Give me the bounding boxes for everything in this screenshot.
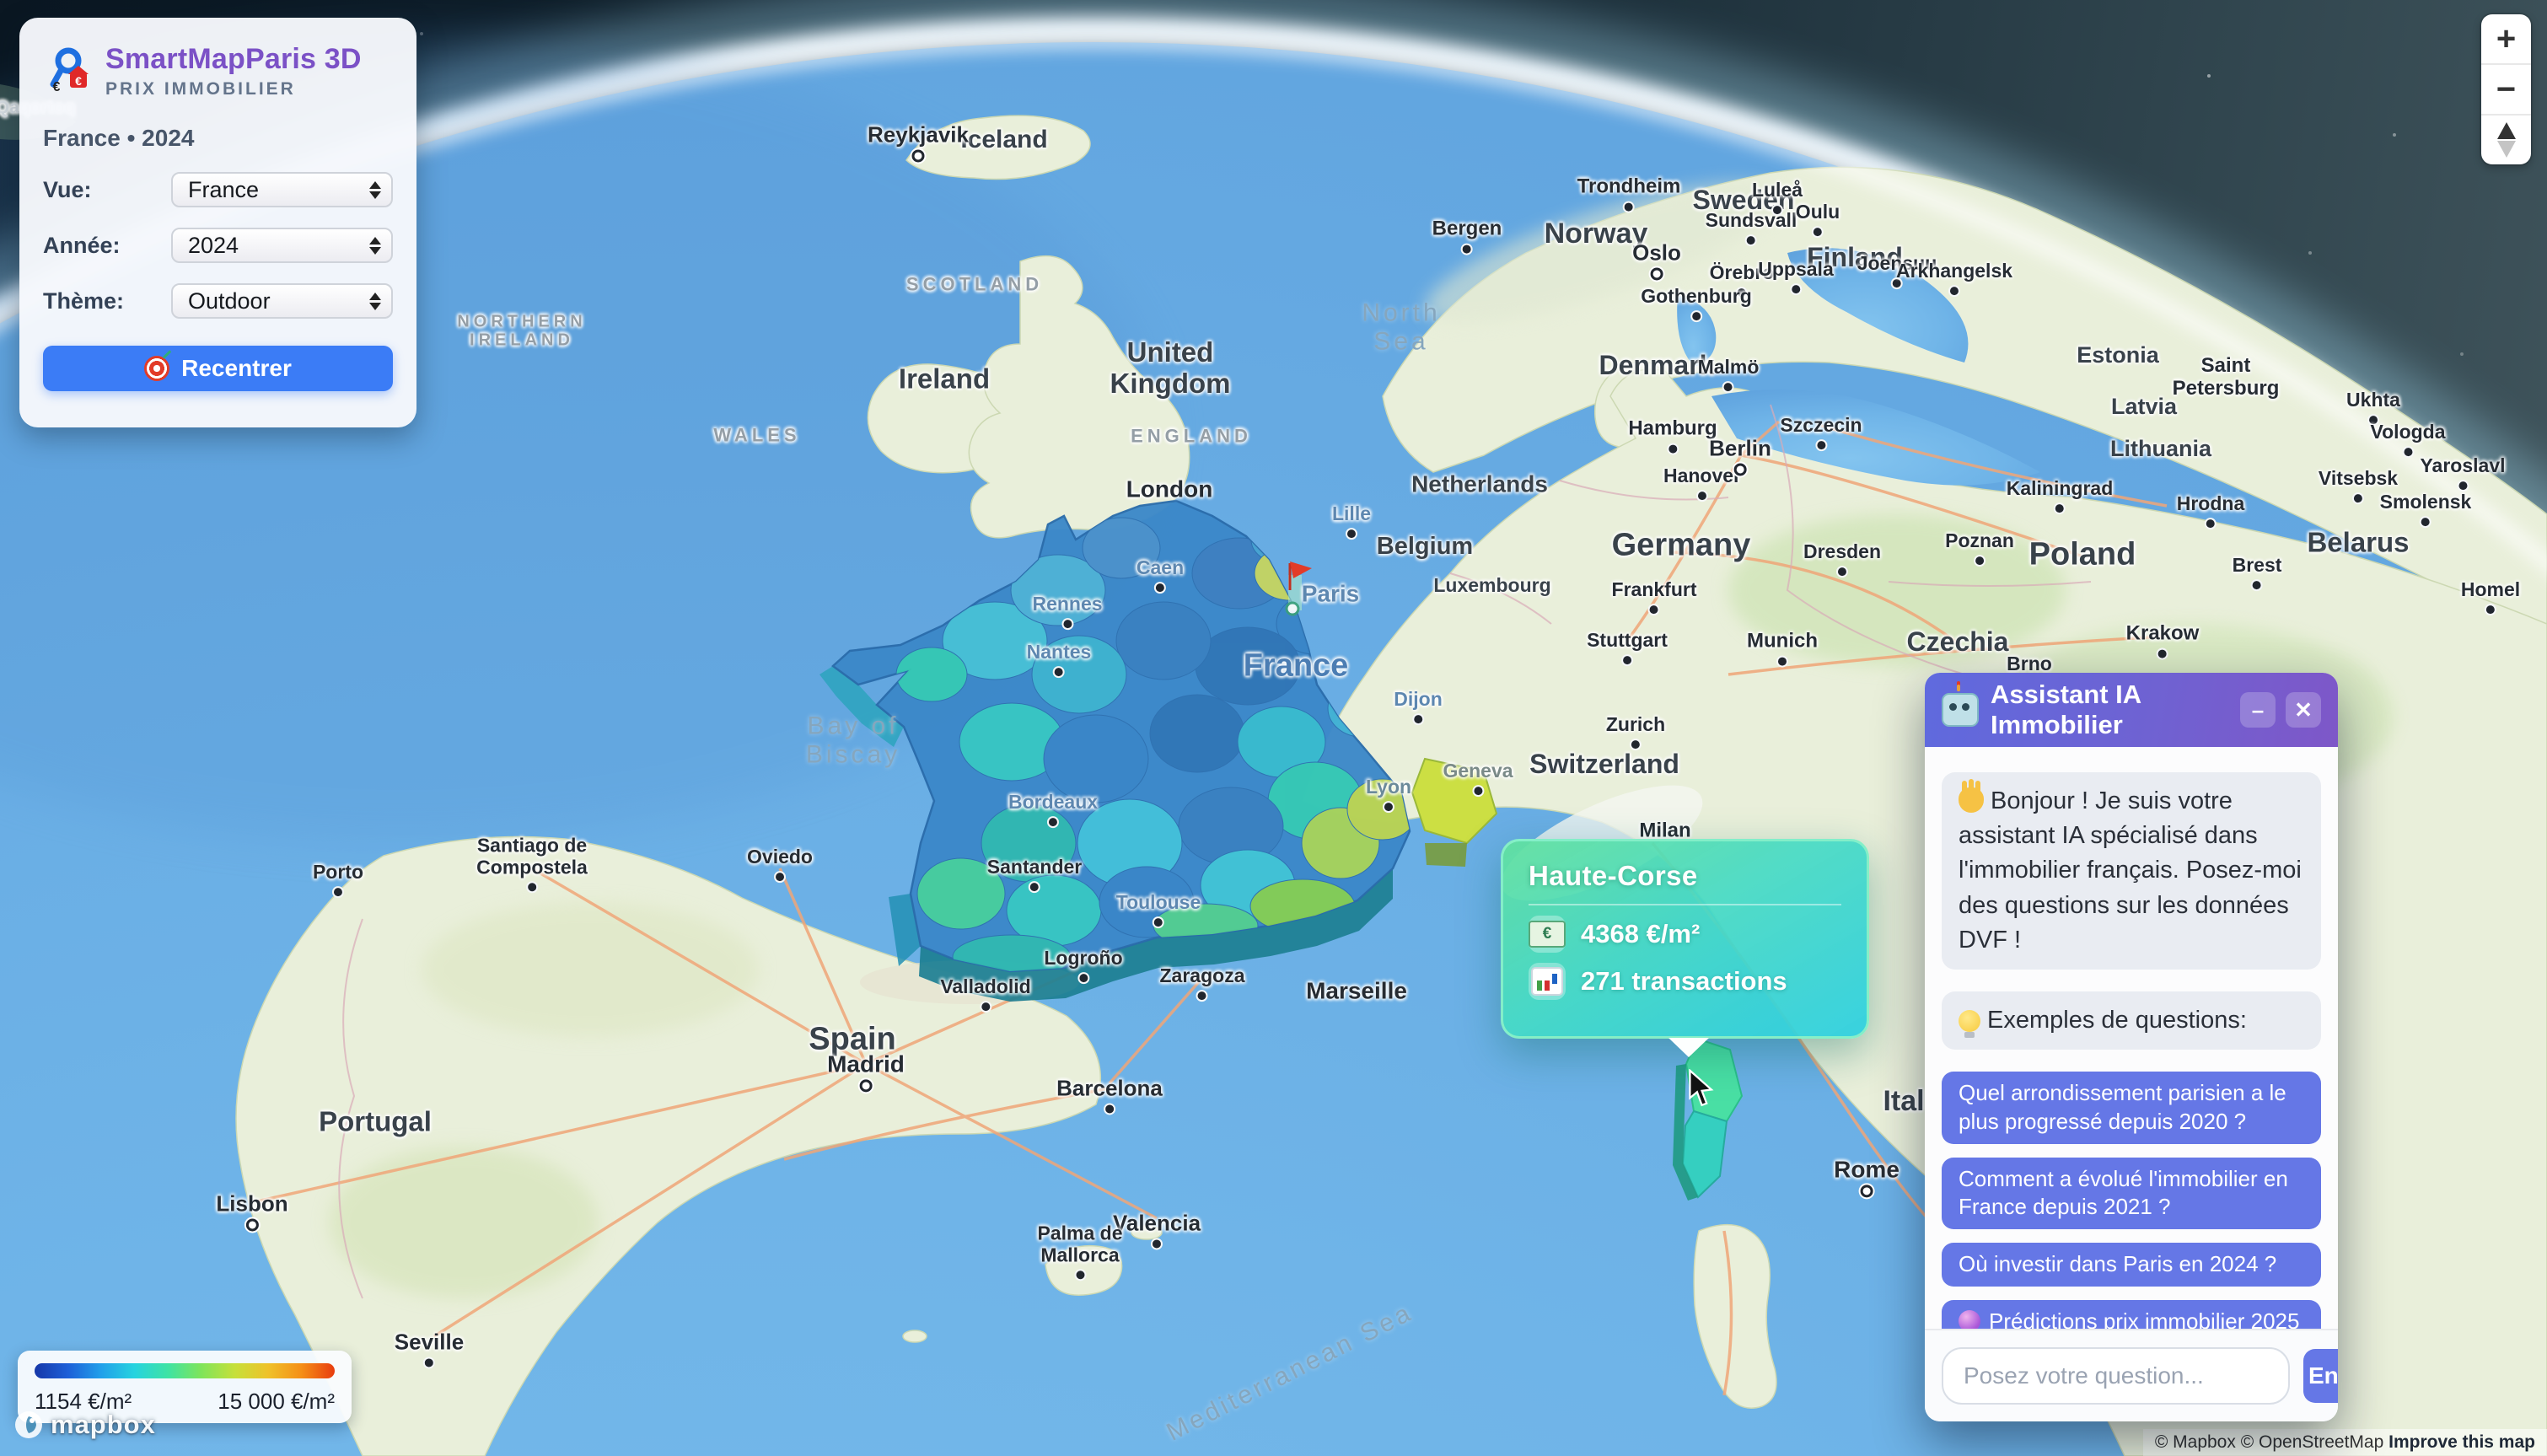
suggestion-button[interactable]: Comment a évolué l'immobilier en France … [1942, 1158, 2321, 1230]
attrib-improve-link[interactable]: Improve this map [2388, 1432, 2535, 1453]
recenter-label: Recentrer [181, 355, 292, 382]
attrib-osm[interactable]: © OpenStreetMap [2241, 1432, 2388, 1453]
mapbox-logo-icon [13, 1410, 44, 1440]
map-nav-controls: + − [2481, 14, 2531, 164]
send-button[interactable]: Envoyer [2303, 1349, 2338, 1403]
question-input[interactable] [1942, 1347, 2290, 1405]
mapbox-wordmark: mapbox [51, 1410, 156, 1440]
view-select-label: Vue: [43, 177, 171, 203]
svg-text:€: € [53, 80, 61, 94]
robot-icon [1942, 693, 1979, 727]
mapbox-logo[interactable]: mapbox [13, 1410, 156, 1440]
app-logo-icon: € € [43, 47, 92, 96]
crystal-ball-icon [1959, 1310, 1980, 1329]
compass-icon [2497, 122, 2516, 158]
close-button[interactable]: ✕ [2286, 692, 2321, 728]
attrib-mapbox[interactable]: © Mapbox [2155, 1432, 2241, 1453]
recenter-button[interactable]: Recentrer [43, 346, 393, 391]
map-attribution: © Mapbox © OpenStreetMap Improve this ma… [2143, 1429, 2547, 1456]
zoom-out-button[interactable]: − [2481, 63, 2531, 114]
wave-icon [1959, 787, 1984, 813]
year-select-label: Année: [43, 233, 171, 259]
compass-button[interactable] [2481, 114, 2531, 164]
app-subtitle: PRIX IMMOBILIER [105, 79, 362, 99]
welcome-message: Bonjour ! Je suis votre assistant IA spé… [1942, 772, 2321, 970]
minimize-button[interactable]: – [2240, 692, 2276, 728]
zoom-in-label: + [2496, 20, 2516, 58]
legend-max: 15 000 €/m² [218, 1389, 335, 1415]
control-panel: € € SmartMapParis 3D PRIX IMMOBILIER Fra… [19, 18, 416, 427]
select-arrows-icon [369, 237, 381, 255]
theme-select-label: Thème: [43, 288, 171, 314]
view-select[interactable]: France [171, 172, 393, 207]
chat-header: Assistant IA Immobilier – ✕ [1925, 673, 2338, 747]
chat-title: Assistant IA Immobilier [1991, 680, 2230, 740]
theme-select-value: Outdoor [188, 288, 271, 314]
tooltip-divider [1529, 904, 1841, 905]
legend-gradient-bar [35, 1363, 335, 1378]
tooltip-price: 4368 €/m² [1581, 919, 1700, 949]
chat-input-bar: Envoyer [1925, 1329, 2338, 1421]
examples-message: Exemples de questions: [1942, 991, 2321, 1050]
tooltip-pointer [1668, 1038, 1709, 1057]
year-select-value: 2024 [188, 233, 239, 259]
target-icon [144, 356, 169, 381]
suggestion-list: Quel arrondissement parisien a le plus p… [1942, 1072, 2321, 1329]
chat-messages: Bonjour ! Je suis votre assistant IA spé… [1925, 747, 2338, 1329]
map-application: North SeaBay of BiscayMediterranean SeaS… [0, 0, 2547, 1456]
suggestion-button[interactable]: Prédictions prix immobilier 2025 Paris [1942, 1300, 2321, 1329]
suggestion-button[interactable]: Quel arrondissement parisien a le plus p… [1942, 1072, 2321, 1144]
suggestion-button[interactable]: Où investir dans Paris en 2024 ? [1942, 1243, 2321, 1287]
context-label: France • 2024 [43, 125, 393, 152]
app-title: SmartMapParis 3D [105, 43, 362, 76]
select-arrows-icon [369, 181, 381, 199]
year-select[interactable]: 2024 [171, 228, 393, 263]
view-select-value: France [188, 177, 259, 203]
tooltip-transactions: 271 transactions [1581, 966, 1787, 997]
theme-select[interactable]: Outdoor [171, 283, 393, 319]
ai-assistant-panel: Assistant IA Immobilier – ✕ Bonjour ! Je… [1925, 673, 2338, 1421]
department-tooltip: Haute-Corse 4368 €/m² 271 transactions [1501, 839, 1869, 1039]
zoom-in-button[interactable]: + [2481, 14, 2531, 63]
bar-chart-icon [1529, 963, 1566, 1000]
select-arrows-icon [369, 293, 381, 310]
tooltip-title: Haute-Corse [1529, 860, 1841, 892]
zoom-out-label: − [2496, 71, 2516, 109]
mouse-cursor [1689, 1069, 1717, 1108]
banknote-icon [1529, 916, 1566, 953]
bulb-icon [1959, 1010, 1980, 1032]
svg-text:€: € [75, 74, 82, 88]
